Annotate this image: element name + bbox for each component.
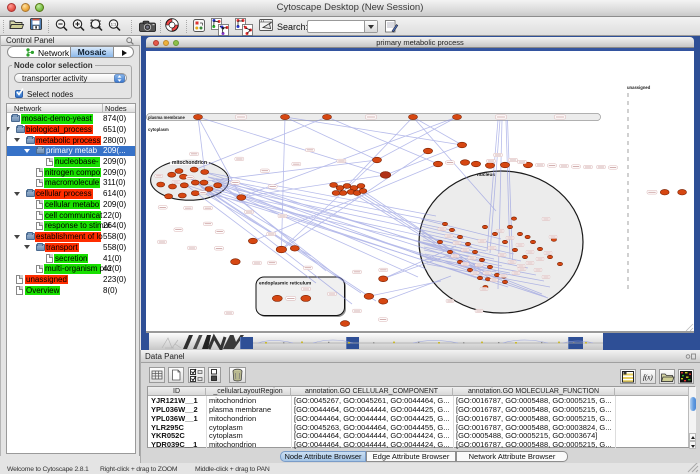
svg-text:f(x): f(x)	[643, 374, 653, 382]
svg-text:nucleus: nucleus	[477, 172, 495, 178]
svg-text:unassigned: unassigned	[627, 85, 651, 90]
svg-text:plasma membrane: plasma membrane	[148, 115, 185, 120]
svg-text:endoplasmic reticulum: endoplasmic reticulum	[259, 280, 311, 286]
svg-text:1:1: 1:1	[111, 22, 117, 27]
svg-text:cytoplasm: cytoplasm	[148, 127, 169, 132]
svg-text:mitochondrion: mitochondrion	[172, 160, 207, 166]
